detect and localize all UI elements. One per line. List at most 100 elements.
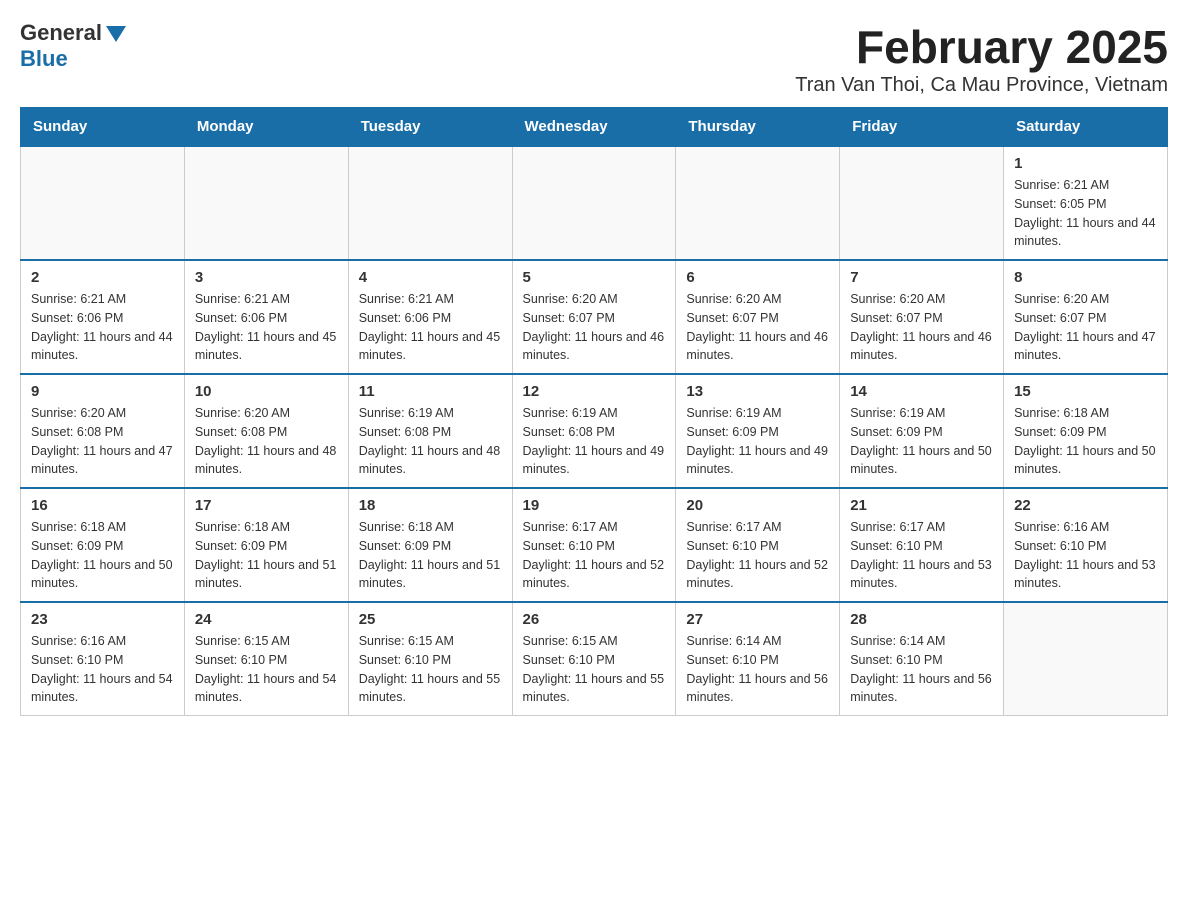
calendar-cell: 3 Sunrise: 6:21 AMSunset: 6:06 PMDaylight… <box>184 260 348 374</box>
calendar-cell: 27 Sunrise: 6:14 AMSunset: 6:10 PMDayligh… <box>676 602 840 716</box>
calendar-cell: 8 Sunrise: 6:20 AMSunset: 6:07 PMDaylight… <box>1004 260 1168 374</box>
day-number: 1 <box>1014 155 1157 172</box>
calendar-cell: 22 Sunrise: 6:16 AMSunset: 6:10 PMDayligh… <box>1004 488 1168 602</box>
day-info: Sunrise: 6:16 AMSunset: 6:10 PMDaylight:… <box>31 632 174 707</box>
weekday-header: Sunday <box>21 108 185 147</box>
calendar-cell: 17Sunrise: 6:18 AMSunset: 6:09 PMDayligh… <box>184 488 348 602</box>
page-header: General Blue February 2025 Tran Van Thoi… <box>20 20 1168 97</box>
calendar-cell: 16 Sunrise: 6:18 AMSunset: 6:09 PMDayligh… <box>21 488 185 602</box>
calendar-cell: 9 Sunrise: 6:20 AMSunset: 6:08 PMDaylight… <box>21 374 185 488</box>
day-number: 9 <box>31 383 174 400</box>
calendar-cell: 5 Sunrise: 6:20 AMSunset: 6:07 PMDaylight… <box>512 260 676 374</box>
calendar-cell <box>348 146 512 260</box>
day-number: 26 <box>523 611 666 628</box>
day-info: Sunrise: 6:20 AMSunset: 6:07 PMDaylight:… <box>686 290 829 365</box>
calendar-week-row: 16 Sunrise: 6:18 AMSunset: 6:09 PMDayligh… <box>21 488 1168 602</box>
day-info: Sunrise: 6:16 AMSunset: 6:10 PMDaylight:… <box>1014 518 1157 593</box>
day-info: Sunrise: 6:19 AMSunset: 6:09 PMDaylight:… <box>686 404 829 479</box>
day-number: 3 <box>195 269 338 286</box>
weekday-header: Tuesday <box>348 108 512 147</box>
day-number: 6 <box>686 269 829 286</box>
day-info: Sunrise: 6:21 AMSunset: 6:05 PMDaylight:… <box>1014 176 1157 251</box>
day-number: 28 <box>850 611 993 628</box>
calendar-table: SundayMondayTuesdayWednesdayThursdayFrid… <box>20 107 1168 716</box>
calendar-cell: 15 Sunrise: 6:18 AMSunset: 6:09 PMDayligh… <box>1004 374 1168 488</box>
calendar-cell: 6 Sunrise: 6:20 AMSunset: 6:07 PMDaylight… <box>676 260 840 374</box>
day-number: 16 <box>31 497 174 514</box>
day-info: Sunrise: 6:17 AMSunset: 6:10 PMDaylight:… <box>523 518 666 593</box>
logo-general-label: General <box>20 20 102 46</box>
day-number: 4 <box>359 269 502 286</box>
calendar-week-row: 1 Sunrise: 6:21 AMSunset: 6:05 PMDaylight… <box>21 146 1168 260</box>
day-number: 12 <box>523 383 666 400</box>
calendar-cell <box>184 146 348 260</box>
calendar-week-row: 9 Sunrise: 6:20 AMSunset: 6:08 PMDaylight… <box>21 374 1168 488</box>
day-info: Sunrise: 6:14 AMSunset: 6:10 PMDaylight:… <box>686 632 829 707</box>
day-info: Sunrise: 6:21 AMSunset: 6:06 PMDaylight:… <box>31 290 174 365</box>
day-info: Sunrise: 6:20 AMSunset: 6:07 PMDaylight:… <box>523 290 666 365</box>
weekday-header: Saturday <box>1004 108 1168 147</box>
calendar-cell: 19 Sunrise: 6:17 AMSunset: 6:10 PMDayligh… <box>512 488 676 602</box>
day-number: 11 <box>359 383 502 400</box>
calendar-cell <box>1004 602 1168 716</box>
calendar-cell: 14 Sunrise: 6:19 AMSunset: 6:09 PMDayligh… <box>840 374 1004 488</box>
day-number: 8 <box>1014 269 1157 286</box>
day-info: Sunrise: 6:21 AMSunset: 6:06 PMDaylight:… <box>195 290 338 365</box>
logo-blue-text: Blue <box>20 46 68 72</box>
calendar-cell: 28 Sunrise: 6:14 AMSunset: 6:10 PMDayligh… <box>840 602 1004 716</box>
logo-triangle-icon <box>106 26 126 42</box>
day-number: 2 <box>31 269 174 286</box>
day-number: 21 <box>850 497 993 514</box>
day-info: Sunrise: 6:14 AMSunset: 6:10 PMDaylight:… <box>850 632 993 707</box>
day-number: 10 <box>195 383 338 400</box>
page-subtitle: Tran Van Thoi, Ca Mau Province, Vietnam <box>795 74 1168 97</box>
day-number: 18 <box>359 497 502 514</box>
calendar-header-row: SundayMondayTuesdayWednesdayThursdayFrid… <box>21 108 1168 147</box>
day-number: 23 <box>31 611 174 628</box>
weekday-header: Wednesday <box>512 108 676 147</box>
day-info: Sunrise: 6:17 AMSunset: 6:10 PMDaylight:… <box>850 518 993 593</box>
calendar-cell: 24 Sunrise: 6:15 AMSunset: 6:10 PMDayligh… <box>184 602 348 716</box>
day-number: 25 <box>359 611 502 628</box>
day-info: Sunrise: 6:18 AMSunset: 6:09 PMDaylight:… <box>1014 404 1157 479</box>
calendar-cell: 10 Sunrise: 6:20 AMSunset: 6:08 PMDayligh… <box>184 374 348 488</box>
day-number: 17 <box>195 497 338 514</box>
page-title: February 2025 <box>795 20 1168 74</box>
weekday-header: Friday <box>840 108 1004 147</box>
day-info: Sunrise: 6:19 AMSunset: 6:08 PMDaylight:… <box>523 404 666 479</box>
calendar-cell <box>21 146 185 260</box>
day-info: Sunrise: 6:17 AMSunset: 6:10 PMDaylight:… <box>686 518 829 593</box>
title-block: February 2025 Tran Van Thoi, Ca Mau Prov… <box>795 20 1168 97</box>
calendar-cell: 13 Sunrise: 6:19 AMSunset: 6:09 PMDayligh… <box>676 374 840 488</box>
day-info: Sunrise: 6:21 AMSunset: 6:06 PMDaylight:… <box>359 290 502 365</box>
day-number: 15 <box>1014 383 1157 400</box>
calendar-cell: 4 Sunrise: 6:21 AMSunset: 6:06 PMDaylight… <box>348 260 512 374</box>
day-number: 20 <box>686 497 829 514</box>
day-info: Sunrise: 6:19 AMSunset: 6:08 PMDaylight:… <box>359 404 502 479</box>
day-info: Sunrise: 6:20 AMSunset: 6:08 PMDaylight:… <box>31 404 174 479</box>
day-number: 13 <box>686 383 829 400</box>
day-number: 22 <box>1014 497 1157 514</box>
day-number: 7 <box>850 269 993 286</box>
calendar-cell: 26Sunrise: 6:15 AMSunset: 6:10 PMDayligh… <box>512 602 676 716</box>
calendar-cell: 20 Sunrise: 6:17 AMSunset: 6:10 PMDayligh… <box>676 488 840 602</box>
day-number: 14 <box>850 383 993 400</box>
day-number: 5 <box>523 269 666 286</box>
calendar-cell: 2 Sunrise: 6:21 AMSunset: 6:06 PMDaylight… <box>21 260 185 374</box>
calendar-week-row: 2 Sunrise: 6:21 AMSunset: 6:06 PMDaylight… <box>21 260 1168 374</box>
day-number: 27 <box>686 611 829 628</box>
day-info: Sunrise: 6:18 AMSunset: 6:09 PMDaylight:… <box>31 518 174 593</box>
day-info: Sunrise: 6:20 AMSunset: 6:07 PMDaylight:… <box>850 290 993 365</box>
day-info: Sunrise: 6:20 AMSunset: 6:07 PMDaylight:… <box>1014 290 1157 365</box>
day-info: Sunrise: 6:18 AMSunset: 6:09 PMDaylight:… <box>359 518 502 593</box>
day-info: Sunrise: 6:15 AMSunset: 6:10 PMDaylight:… <box>359 632 502 707</box>
day-info: Sunrise: 6:15 AMSunset: 6:10 PMDaylight:… <box>195 632 338 707</box>
calendar-cell: 21 Sunrise: 6:17 AMSunset: 6:10 PMDayligh… <box>840 488 1004 602</box>
day-number: 19 <box>523 497 666 514</box>
day-number: 24 <box>195 611 338 628</box>
calendar-cell: 1 Sunrise: 6:21 AMSunset: 6:05 PMDaylight… <box>1004 146 1168 260</box>
calendar-cell <box>512 146 676 260</box>
day-info: Sunrise: 6:20 AMSunset: 6:08 PMDaylight:… <box>195 404 338 479</box>
day-info: Sunrise: 6:19 AMSunset: 6:09 PMDaylight:… <box>850 404 993 479</box>
calendar-cell: 25 Sunrise: 6:15 AMSunset: 6:10 PMDayligh… <box>348 602 512 716</box>
